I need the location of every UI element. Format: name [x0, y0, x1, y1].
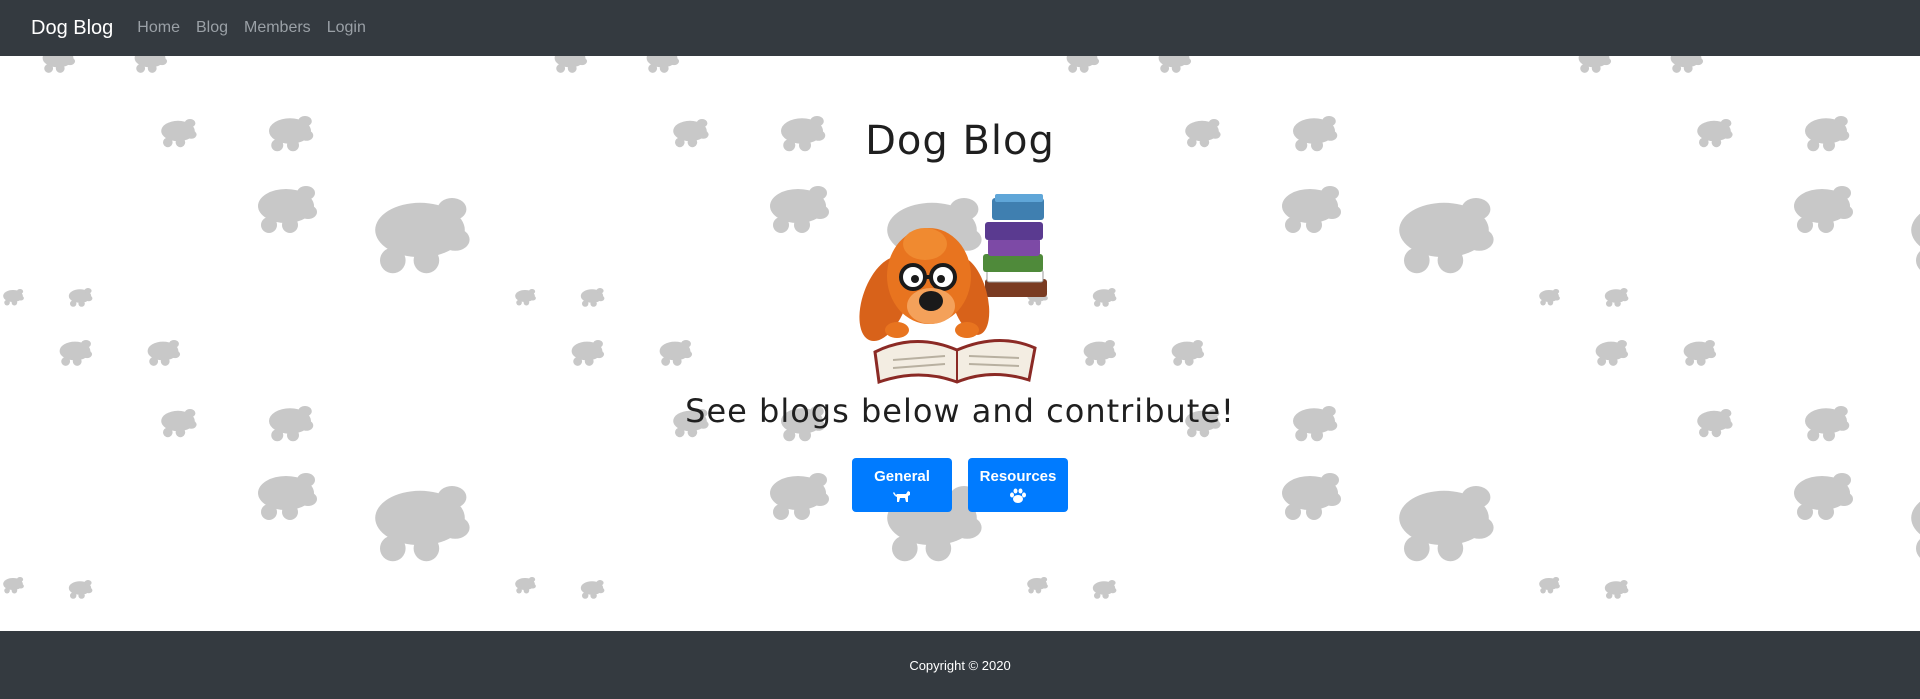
footer: Copyright © 2020	[0, 631, 1920, 699]
dog-icon	[893, 491, 910, 502]
hero-subtitle: See blogs below and contribute!	[685, 392, 1235, 430]
brand-link[interactable]: Dog Blog	[31, 17, 113, 40]
resources-button-label: Resources	[979, 468, 1057, 485]
top-navbar: Dog Blog Home Blog Members Login	[0, 0, 1920, 56]
paw-icon	[1010, 488, 1026, 503]
page-title: Dog Blog	[865, 118, 1055, 164]
nav-members-link[interactable]: Members	[244, 19, 311, 37]
copyright-text: Copyright © 2020	[909, 657, 1011, 673]
main-content: Dog Blog See blogs below and contribute!…	[0, 56, 1920, 631]
nav-blog-link[interactable]: Blog	[196, 19, 228, 37]
hero-section: Dog Blog See blogs below and contribute!…	[0, 56, 1920, 631]
nav-login-link[interactable]: Login	[327, 19, 366, 37]
resources-button[interactable]: Resources	[968, 458, 1068, 512]
nav-home-link[interactable]: Home	[137, 19, 180, 37]
dog-reading-book-illustration	[859, 194, 1047, 384]
general-button[interactable]: General	[852, 458, 952, 512]
general-button-label: General	[874, 468, 930, 485]
